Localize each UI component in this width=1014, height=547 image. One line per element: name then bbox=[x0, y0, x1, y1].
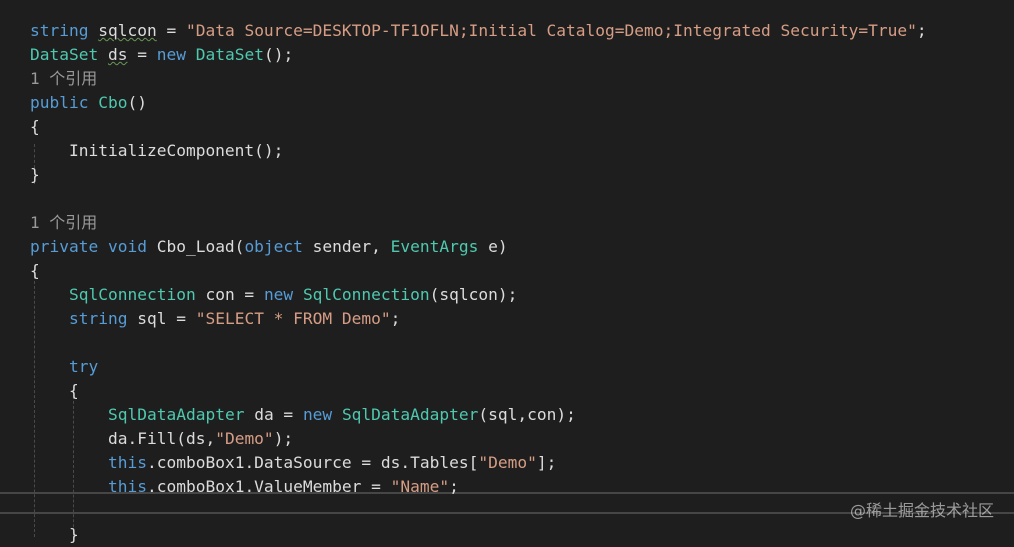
code-token: da = bbox=[244, 405, 303, 424]
code-token: SqlConnection bbox=[69, 285, 196, 304]
code-token: ds bbox=[107, 45, 128, 64]
code-token: InitializeComponent(); bbox=[69, 141, 284, 160]
code-token: da.Fill(ds, bbox=[108, 429, 216, 448]
code-token: e) bbox=[478, 237, 508, 256]
code-token: this bbox=[108, 477, 147, 496]
code-token: DataSet bbox=[30, 45, 99, 64]
code-token: SqlConnection bbox=[302, 285, 430, 304]
code-line: da.Fill(ds,"Demo"); bbox=[108, 427, 293, 451]
code-token: object bbox=[244, 237, 303, 256]
code-token: DataSet bbox=[195, 45, 264, 64]
code-token: (sql,con); bbox=[478, 405, 576, 424]
code-line: DataSet ds = new DataSet(); bbox=[30, 43, 293, 67]
code-token: private bbox=[30, 237, 99, 256]
code-token: "Data Source=DESKTOP-TF1OFLN;Initial Cat… bbox=[185, 21, 917, 40]
code-token: try bbox=[69, 357, 99, 376]
code-token: public bbox=[30, 93, 89, 112]
code-token: "SELECT * FROM Demo" bbox=[195, 309, 391, 328]
code-token: (); bbox=[263, 45, 294, 64]
code-token: void bbox=[107, 237, 147, 256]
code-line: try bbox=[69, 355, 98, 379]
code-token: SqlDataAdapter bbox=[341, 405, 479, 424]
watermark: @稀土掘金技术社区 bbox=[849, 501, 994, 520]
code-token: new bbox=[156, 45, 186, 64]
code-token: { bbox=[69, 381, 79, 400]
code-token: ; bbox=[916, 21, 927, 40]
code-token: ; bbox=[390, 309, 401, 328]
code-token: } bbox=[69, 525, 79, 544]
code-line: { bbox=[69, 379, 79, 403]
code-line: string sqlcon = "Data Source=DESKTOP-TF1… bbox=[30, 19, 927, 43]
code-token: { bbox=[30, 117, 40, 136]
code-token: ; bbox=[449, 477, 459, 496]
code-line: private void Cbo_Load(object sender, Eve… bbox=[30, 235, 508, 259]
code-token: con = bbox=[195, 285, 264, 304]
code-token: 1 个引用 bbox=[30, 69, 98, 88]
code-token: (sqlcon); bbox=[429, 285, 518, 304]
code-token: new bbox=[263, 285, 294, 304]
codelens-references[interactable]: 1 个引用 bbox=[30, 211, 97, 235]
indent-guide bbox=[73, 396, 74, 537]
code-token: "Demo" bbox=[215, 429, 274, 448]
code-token: ]; bbox=[536, 453, 557, 472]
code-line: public Cbo() bbox=[30, 91, 147, 115]
code-token: this bbox=[108, 453, 147, 472]
code-token: { bbox=[30, 261, 40, 280]
code-line: this.comboBox1.DataSource = ds.Tables["D… bbox=[108, 451, 556, 475]
code-token: ); bbox=[273, 429, 294, 448]
code-line: SqlDataAdapter da = new SqlDataAdapter(s… bbox=[108, 403, 576, 427]
code-token: = bbox=[127, 45, 157, 64]
code-token: 1 个引用 bbox=[30, 213, 98, 232]
code-line: } bbox=[69, 523, 79, 547]
code-token: } bbox=[30, 165, 40, 184]
code-line: string sql = "SELECT * FROM Demo"; bbox=[69, 307, 400, 331]
code-token: Cbo_Load( bbox=[146, 237, 245, 256]
code-token: () bbox=[127, 93, 147, 112]
code-token: "Name" bbox=[390, 477, 450, 496]
code-token: sender, bbox=[302, 237, 391, 256]
code-token: Cbo bbox=[98, 93, 128, 112]
code-line: { bbox=[30, 115, 40, 139]
code-token: sqlcon bbox=[98, 21, 157, 40]
code-line: } bbox=[30, 163, 40, 187]
code-token: sql = bbox=[127, 309, 196, 328]
code-line: SqlConnection con = new SqlConnection(sq… bbox=[69, 283, 517, 307]
code-token: = bbox=[156, 21, 186, 40]
indent-guide bbox=[34, 276, 35, 537]
code-token: string bbox=[30, 21, 89, 40]
code-line: { bbox=[30, 259, 40, 283]
code-token: "Demo" bbox=[478, 453, 537, 472]
code-token: string bbox=[69, 309, 128, 328]
code-line: this.comboBox1.ValueMember = "Name"; bbox=[108, 475, 459, 499]
code-token: EventArgs bbox=[390, 237, 479, 256]
code-token: SqlDataAdapter bbox=[108, 405, 245, 424]
code-line: InitializeComponent(); bbox=[69, 139, 283, 163]
codelens-references[interactable]: 1 个引用 bbox=[30, 67, 97, 91]
code-token: .comboBox1.ValueMember = bbox=[146, 477, 391, 496]
code-token: new bbox=[302, 405, 333, 424]
code-token: .comboBox1.DataSource = ds.Tables[ bbox=[146, 453, 479, 472]
code-editor[interactable]: string sqlcon = "Data Source=DESKTOP-TF1… bbox=[0, 0, 1014, 544]
